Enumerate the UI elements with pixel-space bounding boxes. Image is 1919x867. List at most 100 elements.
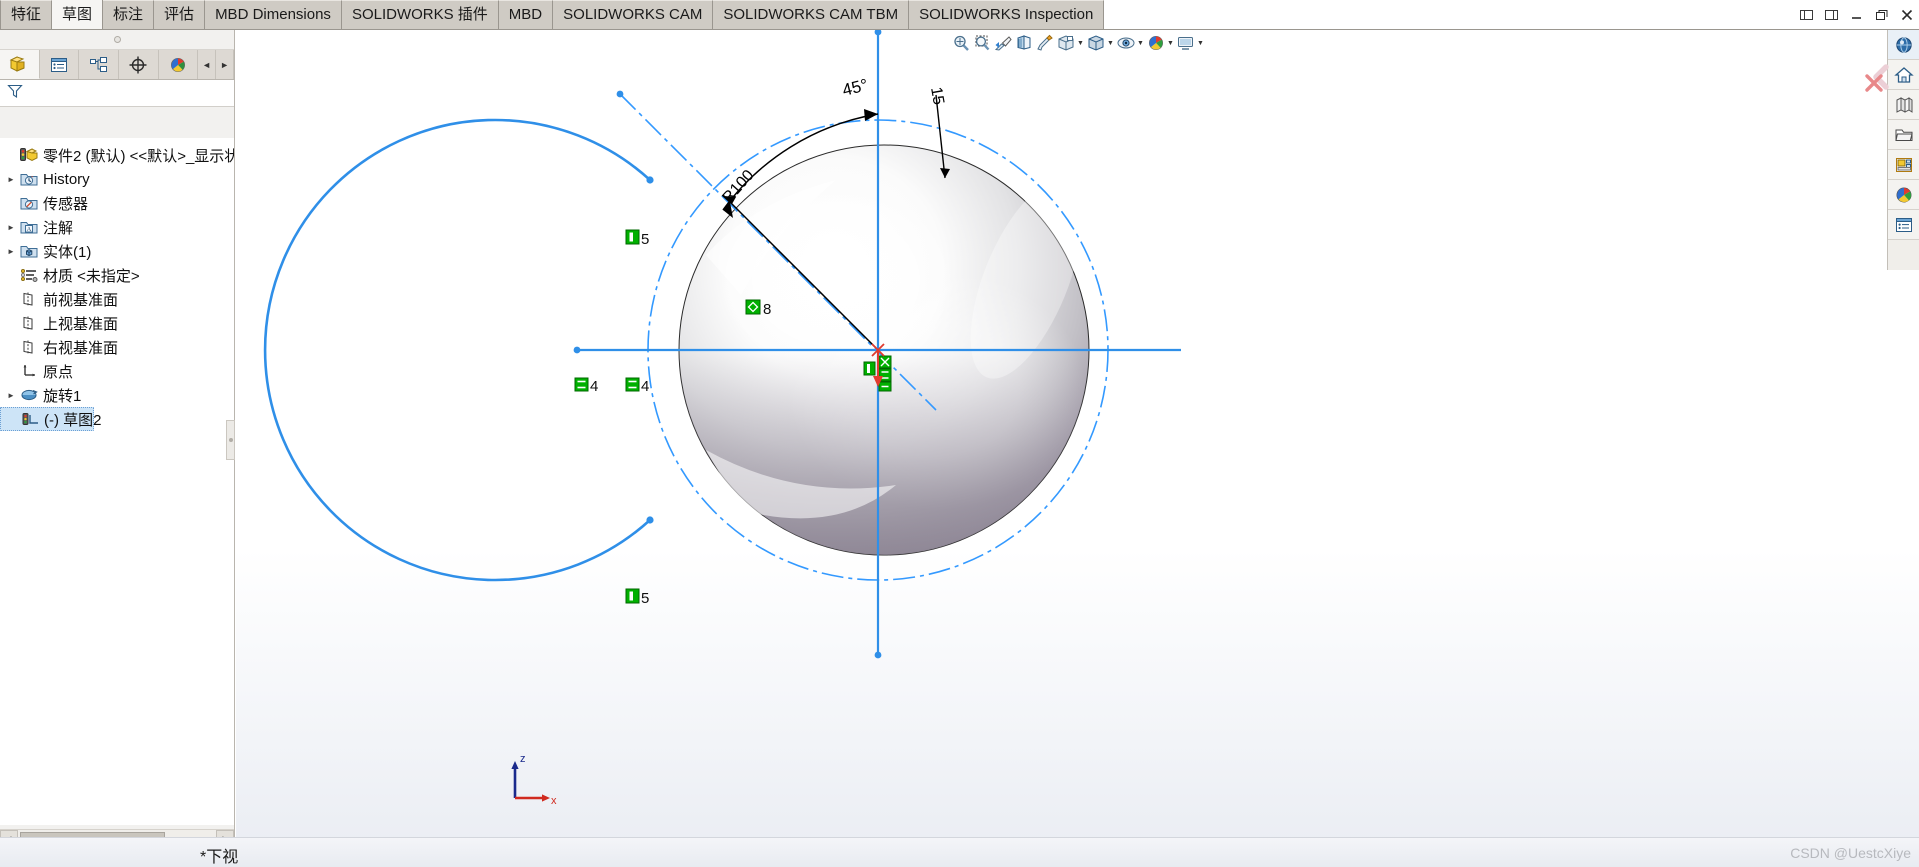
relation-badge-label: 8 bbox=[763, 301, 771, 318]
display-manager-tab[interactable] bbox=[158, 50, 199, 79]
feature-tree: 零件2 (默认) <<默认>_显示状 ► History 传感器 ► A 注解 … bbox=[0, 138, 234, 825]
history-folder-icon bbox=[18, 170, 40, 188]
tree-item-sketch2[interactable]: (-) 草图2 bbox=[0, 407, 102, 431]
relation-badge-lower-left[interactable]: 5 bbox=[625, 588, 649, 607]
origin-icon bbox=[18, 362, 40, 380]
ribbon-tab-solidworks-inspection[interactable]: SOLIDWORKS Inspection bbox=[909, 0, 1105, 29]
panel-collapse-grip[interactable] bbox=[0, 30, 234, 50]
ribbon-tabbar: 特征 草图 标注 评估 MBD Dimensions SOLIDWORKS 插件… bbox=[0, 0, 1919, 30]
minimize-icon[interactable] bbox=[1849, 7, 1865, 23]
ribbon-tab-solidworks-addins[interactable]: SOLIDWORKS 插件 bbox=[341, 0, 499, 29]
status-bar: *下视 CSDN @UestcXiye bbox=[0, 837, 1919, 867]
solid-bodies-folder-icon bbox=[18, 242, 40, 260]
relation-badge-axis-left-inner[interactable]: 4 bbox=[625, 377, 649, 395]
file-explorer-icon[interactable] bbox=[1888, 120, 1919, 150]
triad-z-label: z bbox=[520, 753, 526, 765]
relation-badge-label: 4 bbox=[641, 378, 649, 395]
manager-tab-strip: ◄ ► bbox=[0, 50, 235, 80]
restore-layout-icon[interactable] bbox=[1799, 7, 1815, 23]
tree-filter-bar[interactable] bbox=[0, 80, 234, 107]
pin-icon[interactable] bbox=[1824, 7, 1840, 23]
tree-item-label: History bbox=[43, 170, 90, 188]
tree-root-label: 零件2 (默认) <<默认>_显示状 bbox=[43, 147, 234, 165]
ribbon-tab-mbd[interactable]: MBD bbox=[498, 0, 554, 29]
inclined-centerline-endpoint[interactable] bbox=[616, 90, 624, 98]
feature-manager-tab[interactable] bbox=[0, 50, 40, 79]
plane-icon bbox=[18, 338, 40, 356]
graphics-area[interactable]: ▼ ▼ ▼ ▼ ▼ 45° R100 15 5 5 4 4 8 z x bbox=[236, 30, 1919, 867]
tree-item-solid-bodies[interactable]: ► 实体(1) bbox=[0, 239, 234, 263]
ribbon-tab-features[interactable]: 特征 bbox=[0, 0, 53, 29]
tree-item-history[interactable]: ► History bbox=[0, 167, 234, 191]
relation-badge-upper-left[interactable]: 5 bbox=[625, 229, 649, 248]
revolve-icon bbox=[18, 386, 40, 404]
tree-item-label: 原点 bbox=[43, 363, 74, 381]
configuration-manager-tab[interactable] bbox=[79, 50, 119, 79]
triad-x-label: x bbox=[551, 795, 557, 807]
sketch-arc-endpoint-bottom[interactable] bbox=[646, 516, 654, 524]
manager-tab-scroll-right[interactable]: ► bbox=[216, 50, 235, 79]
tree-item-label: 上视基准面 bbox=[43, 315, 119, 333]
ribbon-tab-evaluate[interactable]: 评估 bbox=[154, 0, 206, 29]
relation-badge-axis-left-outer[interactable]: 4 bbox=[574, 377, 598, 395]
tree-item-label: 实体(1) bbox=[43, 243, 92, 261]
relation-badge-label: 4 bbox=[590, 378, 598, 395]
expander-solid-bodies[interactable]: ► bbox=[4, 247, 18, 256]
window-controls bbox=[1799, 4, 1915, 26]
tree-item-origin[interactable]: 原点 bbox=[0, 359, 234, 383]
annotation-folder-icon: A bbox=[18, 218, 40, 236]
property-manager-tab[interactable] bbox=[39, 50, 80, 79]
solidworks-window: 特征 草图 标注 评估 MBD Dimensions SOLIDWORKS 插件… bbox=[0, 0, 1919, 867]
filter-funnel-icon bbox=[6, 82, 24, 105]
ribbon-tab-filler bbox=[1104, 0, 1919, 29]
vertical-axis-endpoint-top[interactable] bbox=[874, 30, 882, 36]
ribbon-tab-mbd-dimensions[interactable]: MBD Dimensions bbox=[205, 0, 342, 29]
tree-item-right-plane[interactable]: 右视基准面 bbox=[0, 335, 234, 359]
manager-tab-scroll-left[interactable]: ◄ bbox=[198, 50, 217, 79]
grip-dot bbox=[113, 36, 121, 43]
expander-history[interactable]: ► bbox=[4, 175, 18, 184]
custom-properties-icon[interactable] bbox=[1888, 210, 1919, 240]
sketch-close-icon[interactable] bbox=[1863, 72, 1885, 94]
tree-item-label: 注解 bbox=[43, 219, 74, 237]
ribbon-tab-solidworks-cam-tbm[interactable]: SOLIDWORKS CAM TBM bbox=[713, 0, 910, 29]
expander-annotations[interactable]: ► bbox=[4, 223, 18, 232]
appearances-scenes-icon[interactable] bbox=[1888, 180, 1919, 210]
angular-dimension-label: 45° bbox=[840, 75, 870, 100]
feature-manager-panel: ◄ ► 零件2 (默认) <<默认>_显示状 ► History 传感器 ► A… bbox=[0, 30, 235, 867]
tree-item-label: 右视基准面 bbox=[43, 339, 119, 357]
coordinate-triad: z x bbox=[511, 753, 557, 807]
dimxpert-manager-tab[interactable] bbox=[118, 50, 159, 79]
view-palette-icon[interactable] bbox=[1888, 150, 1919, 180]
ribbon-tab-solidworks-cam[interactable]: SOLIDWORKS CAM bbox=[553, 0, 714, 29]
tree-item-label: 旋转1 bbox=[43, 387, 82, 405]
close-icon[interactable] bbox=[1899, 7, 1915, 23]
design-library-icon[interactable] bbox=[1888, 90, 1919, 120]
model-canvas[interactable]: 45° R100 15 5 5 4 4 8 bbox=[236, 30, 1919, 867]
plane-icon bbox=[18, 314, 40, 332]
watermark-label: CSDN @UestcXiye bbox=[1790, 845, 1911, 861]
tree-item-label: 传感器 bbox=[43, 195, 89, 213]
solidworks-resources-icon[interactable] bbox=[1888, 30, 1919, 60]
relation-badge-label: 5 bbox=[641, 590, 649, 607]
vertical-axis-endpoint-bottom[interactable] bbox=[874, 651, 882, 659]
tree-root-item[interactable]: 零件2 (默认) <<默认>_显示状 bbox=[0, 143, 234, 167]
ribbon-tab-markup[interactable]: 标注 bbox=[103, 0, 155, 29]
tree-item-label: 材质 <未指定> bbox=[43, 267, 140, 285]
tree-item-top-plane[interactable]: 上视基准面 bbox=[0, 311, 234, 335]
ribbon-tab-sketch[interactable]: 草图 bbox=[52, 0, 104, 29]
horizontal-axis-endpoint-left[interactable] bbox=[573, 346, 581, 354]
tree-item-label: 前视基准面 bbox=[43, 291, 119, 309]
tree-item-revolve1[interactable]: ► 旋转1 bbox=[0, 383, 234, 407]
tree-item-material[interactable]: 材质 <未指定> bbox=[0, 263, 234, 287]
tree-item-annotations[interactable]: ► A 注解 bbox=[0, 215, 234, 239]
panel-splitter[interactable] bbox=[226, 420, 235, 460]
tree-item-front-plane[interactable]: 前视基准面 bbox=[0, 287, 234, 311]
expander-revolve1[interactable]: ► bbox=[4, 391, 18, 400]
sketch-arc-endpoint-top[interactable] bbox=[646, 176, 654, 184]
view-name-status: *下视 bbox=[200, 849, 239, 866]
plane-icon bbox=[18, 290, 40, 308]
restore-icon[interactable] bbox=[1874, 7, 1890, 23]
splitter-dot bbox=[228, 438, 233, 442]
tree-item-sensors[interactable]: 传感器 bbox=[0, 191, 234, 215]
